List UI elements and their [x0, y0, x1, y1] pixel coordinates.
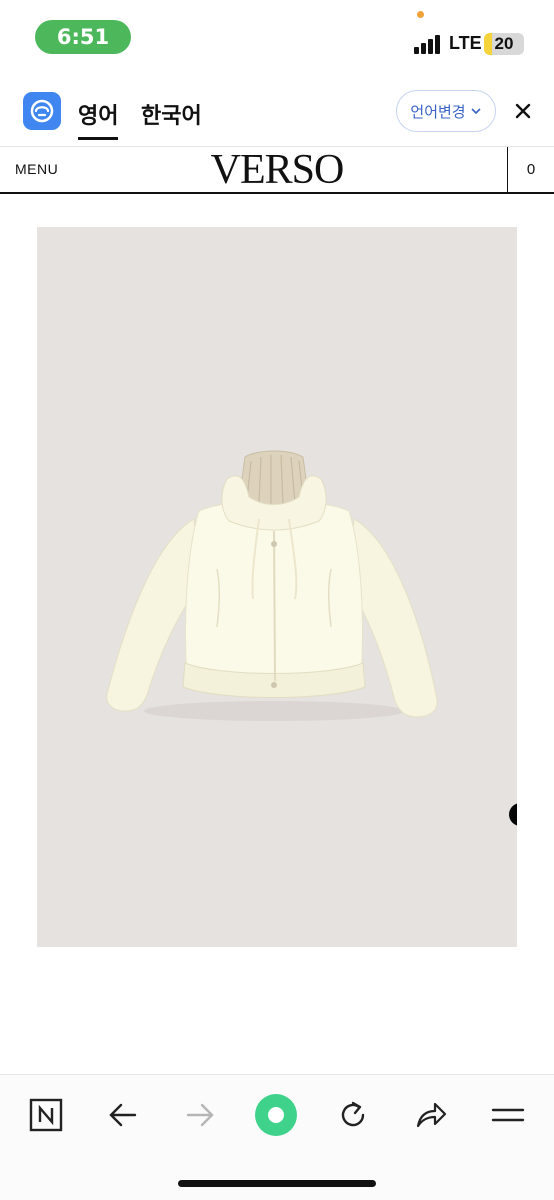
- battery-icon: 20: [484, 33, 524, 55]
- naver-home-button[interactable]: [24, 1093, 68, 1137]
- home-green-circle-icon: [255, 1094, 297, 1136]
- back-button[interactable]: [101, 1093, 145, 1137]
- home-indicator: [178, 1180, 376, 1187]
- forward-button[interactable]: [178, 1093, 222, 1137]
- tab-korean[interactable]: 한국어: [141, 98, 202, 130]
- battery-level-text: 20: [494, 34, 514, 53]
- site-logo[interactable]: VERSO: [0, 147, 554, 193]
- status-bar: 6:51 LTE 20: [0, 0, 554, 72]
- signal-strength-icon: [414, 34, 444, 54]
- chevron-down-icon: [471, 108, 481, 115]
- privacy-indicator-dot: [417, 11, 424, 18]
- carousel-indicator-dot[interactable]: [509, 803, 517, 826]
- status-time: 6:51: [35, 20, 131, 54]
- green-dot-button[interactable]: [254, 1093, 298, 1137]
- change-language-button[interactable]: 언어변경: [396, 90, 496, 132]
- network-type: LTE: [449, 33, 482, 53]
- site-header: MENU VERSO 0: [0, 146, 554, 194]
- menu-button[interactable]: [486, 1093, 530, 1137]
- product-image[interactable]: [37, 227, 517, 947]
- change-language-label: 언어변경: [410, 102, 466, 121]
- share-icon: [416, 1102, 447, 1128]
- back-arrow-icon: [109, 1103, 137, 1127]
- close-translate-button[interactable]: [510, 98, 536, 124]
- reload-button[interactable]: [331, 1093, 375, 1137]
- reload-icon: [341, 1101, 365, 1127]
- close-icon: [515, 103, 531, 119]
- tab-english[interactable]: 영어: [78, 98, 119, 140]
- naver-n-icon: [29, 1098, 63, 1132]
- jacket-illustration: [106, 450, 438, 721]
- menu-icon: [491, 1108, 525, 1122]
- translate-app-icon[interactable]: [23, 92, 61, 130]
- translate-bar: 영어 한국어 언어변경: [0, 80, 554, 144]
- forward-arrow-icon: [186, 1103, 214, 1127]
- cart-count-button[interactable]: 0: [508, 161, 554, 178]
- share-button[interactable]: [408, 1093, 452, 1137]
